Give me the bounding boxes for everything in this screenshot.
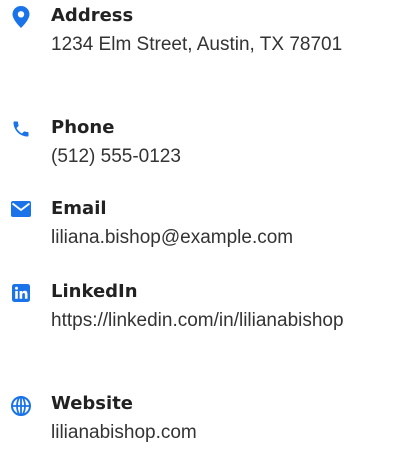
contact-text: Email liliana.bishop@example.com — [51, 197, 361, 252]
contact-list: Address 1234 Elm Street, Austin, TX 7870… — [0, 0, 401, 451]
address-value: 1234 Elm Street, Austin, TX 78701 — [51, 34, 343, 55]
contact-label: Phone — [51, 117, 115, 138]
contact-label: Website — [51, 393, 134, 414]
contact-text: Address 1234 Elm Street, Austin, TX 7870… — [51, 4, 361, 59]
website-value[interactable]: lilianabishop.com — [51, 418, 361, 447]
linkedin-icon — [10, 282, 32, 304]
map-pin-icon — [10, 6, 32, 28]
contact-text: LinkedIn https://linkedin.com/in/liliana… — [51, 280, 361, 335]
phone-value[interactable]: (512) 555-0123 — [51, 142, 361, 171]
email-value[interactable]: liliana.bishop@example.com — [51, 223, 361, 252]
contact-text: Website lilianabishop.com — [51, 392, 361, 447]
contact-label: Email — [51, 198, 107, 219]
contact-text: Phone (512) 555-0123 — [51, 116, 361, 171]
envelope-icon — [10, 198, 32, 220]
phone-icon — [10, 118, 32, 140]
contact-label: Address — [51, 5, 134, 26]
linkedin-value[interactable]: https://linkedin.com/in/lilianabishop — [51, 306, 361, 335]
contact-label: LinkedIn — [51, 281, 138, 302]
globe-icon — [10, 395, 32, 417]
